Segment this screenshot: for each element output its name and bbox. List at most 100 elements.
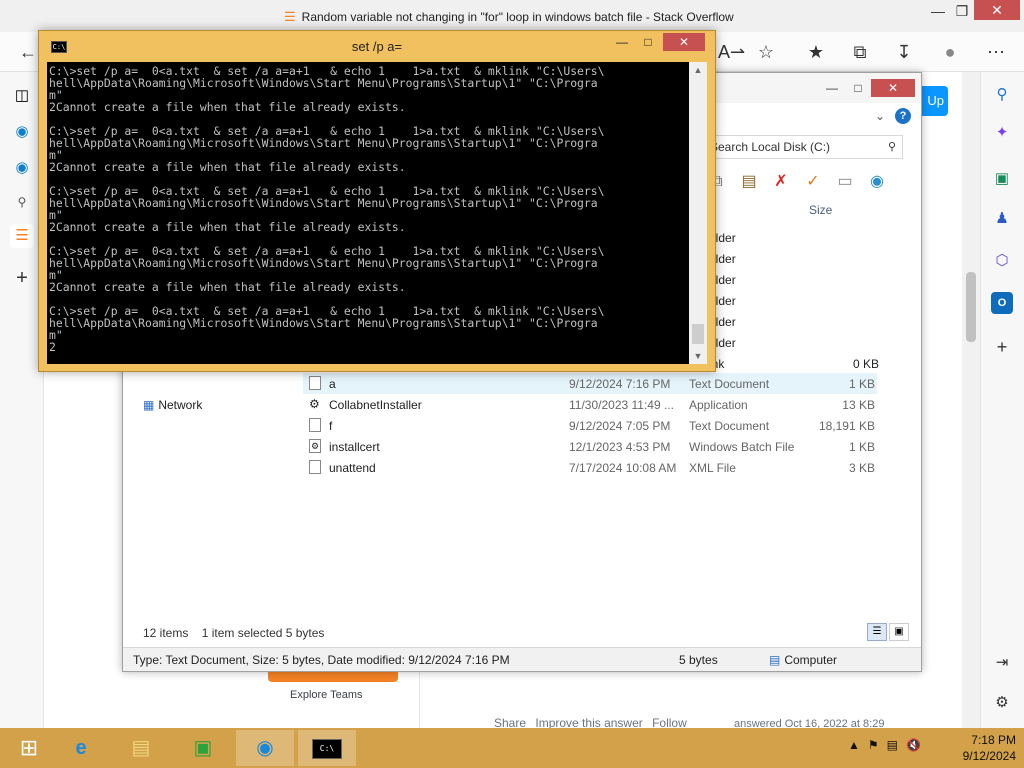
details-bar: Type: Text Document, Size: 5 bytes, Date…	[123, 647, 921, 671]
explorer-minimize-button[interactable]: —	[819, 79, 845, 97]
file-row-collabnetinstaller[interactable]: ⚙ CollabnetInstaller 11/30/2023 11:49 ..…	[303, 394, 877, 415]
outlook-icon[interactable]: O	[991, 292, 1013, 314]
sidebar-search-icon[interactable]: ⚲	[991, 84, 1013, 106]
details-view-icon[interactable]: ☰	[867, 623, 887, 641]
edge-taskbar-icon[interactable]: ◉	[236, 730, 294, 766]
collections-icon[interactable]: ⧉	[848, 40, 872, 64]
file-type: Text Document	[689, 377, 770, 391]
file-date: 9/12/2024 7:16 PM	[569, 377, 671, 391]
file-date: 12/1/2023 4:53 PM	[569, 440, 671, 454]
rename-icon[interactable]: ▭	[831, 169, 859, 195]
internet-explorer-icon[interactable]: e	[52, 730, 110, 766]
favorites-icon[interactable]: ★	[804, 40, 828, 64]
cmd-scrollbar[interactable]: ▲ ▼	[689, 62, 707, 364]
file-type: Windows Batch File	[689, 440, 795, 454]
explore-teams-link[interactable]: Explore Teams	[290, 689, 363, 701]
large-icons-view-icon[interactable]: ▣	[889, 623, 909, 641]
edge-tab-icon[interactable]: ◉	[10, 120, 34, 144]
new-tab-icon[interactable]: +	[10, 266, 34, 290]
network-tray-icon[interactable]: ▤	[887, 738, 898, 752]
application-gear-icon: ⚙	[309, 397, 320, 411]
clock-time: 7:18 PM	[971, 733, 1016, 747]
browser-title-text: Random variable not changing in "for" lo…	[301, 10, 734, 24]
file-type: Application	[689, 398, 748, 412]
network-icon: ▦	[143, 398, 155, 412]
text-file-icon	[309, 418, 321, 432]
help-icon[interactable]: ?	[895, 108, 911, 124]
copilot-icon[interactable]: ✦	[991, 122, 1013, 144]
browser-close-button[interactable]: ✕	[974, 0, 1020, 20]
file-size: 13 KB	[842, 398, 875, 412]
stackoverflow-tab-icon[interactable]: ☰	[10, 224, 34, 248]
selection-info: 1 item selected 5 bytes	[201, 626, 325, 640]
cmd-minimize-button[interactable]: —	[609, 33, 635, 51]
people-icon[interactable]: ♟	[991, 208, 1013, 230]
add-sidebar-app-icon[interactable]: +	[991, 336, 1013, 358]
cmd-titlebar: C:\ set /p a= — □ ✕	[39, 31, 715, 61]
file-type: Text Document	[689, 419, 770, 433]
profile-avatar-icon[interactable]: ●	[938, 40, 962, 64]
file-row-a[interactable]: a 9/12/2024 7:16 PM Text Document 1 KB	[303, 373, 877, 394]
cmd-output: C:\>set /p a= 0<a.txt & set /a a=a+1 & e…	[49, 64, 605, 354]
tab-actions-icon[interactable]: ◫	[10, 84, 34, 108]
file-size: 1 KB	[848, 440, 875, 454]
browser-title: ☰ Random variable not changing in "for" …	[284, 9, 734, 25]
ribbon-expand-chevron-icon[interactable]: ⌄	[875, 109, 885, 123]
explorer-close-button[interactable]: ✕	[871, 79, 915, 97]
back-icon[interactable]: ←	[16, 40, 40, 64]
scroll-down-arrow-icon[interactable]: ▼	[689, 348, 707, 364]
search-tab-icon[interactable]: ⚲	[10, 190, 34, 214]
file-row-unattend[interactable]: unattend 7/17/2024 10:08 AM XML File 3 K…	[303, 457, 877, 478]
file-row-installcert[interactable]: ⚙ installcert 12/1/2023 4:53 PM Windows …	[303, 436, 877, 457]
sidebar-settings-icon[interactable]: ⚙	[991, 692, 1013, 714]
explorer-maximize-button[interactable]: □	[845, 79, 871, 97]
page-scrollbar-thumb[interactable]	[966, 272, 976, 342]
file-row-f[interactable]: f 9/12/2024 7:05 PM Text Document 18,191…	[303, 415, 877, 436]
view-buttons: ☰ ▣	[867, 623, 909, 641]
search-icon: ⚲	[887, 141, 896, 153]
start-windows-icon[interactable]: ⊞	[0, 730, 58, 766]
cmd-maximize-button[interactable]: □	[635, 33, 661, 51]
cmd-taskbar-icon[interactable]: C:\	[298, 730, 356, 766]
clock-date: 9/12/2024	[962, 749, 1016, 763]
nav-network[interactable]: ▦ Network	[143, 398, 202, 412]
computer-icon: ▤	[769, 653, 781, 667]
detail-size-text: 5 bytes	[679, 653, 718, 667]
page-scrollbar[interactable]	[962, 72, 980, 728]
explorer-status-bar: 12 items 1 item selected 5 bytes	[143, 626, 334, 640]
batch-file-gear-icon: ⚙	[309, 439, 321, 453]
text-file-icon	[309, 376, 321, 390]
file-size: 3 KB	[848, 461, 875, 475]
add-favorite-icon[interactable]: ☆	[754, 40, 778, 64]
volume-muted-icon[interactable]: 🔇	[906, 738, 921, 752]
browser-titlebar: ☰ Random variable not changing in "for" …	[0, 0, 1024, 32]
file-size: 18,191 KB	[818, 419, 875, 433]
taskbar: ⊞ e ▤ ▣ ◉ C:\ ▲ ⚑ ▤ 🔇 7:18 PM 9/12/2024	[0, 728, 1024, 768]
cmd-close-button[interactable]: ✕	[663, 33, 705, 51]
paste-icon[interactable]: ▤	[735, 169, 763, 195]
show-hidden-icons-icon[interactable]: ▲	[848, 738, 860, 752]
office-icon[interactable]: ⬡	[991, 250, 1013, 272]
cmd-console[interactable]: C:\>set /p a= 0<a.txt & set /a a=a+1 & e…	[47, 62, 689, 364]
edge-tab-icon-2[interactable]: ◉	[10, 156, 34, 180]
file-date: 7/17/2024 10:08 AM	[569, 461, 677, 475]
file-size: 1 KB	[848, 377, 875, 391]
read-aloud-icon[interactable]: A⇀	[718, 40, 745, 64]
clock[interactable]: 7:18 PM 9/12/2024	[946, 732, 1016, 764]
checkmark-icon[interactable]: ✓	[799, 169, 827, 195]
hide-sidebar-icon[interactable]: ⇥	[991, 652, 1013, 674]
more-menu-icon[interactable]: ⋯	[984, 40, 1008, 64]
column-size-header[interactable]: Size	[809, 203, 832, 217]
downloads-icon[interactable]: ↧	[892, 40, 916, 64]
file-type: XML File	[689, 461, 736, 475]
properties-globe-icon[interactable]: ◉	[863, 169, 891, 195]
scroll-up-arrow-icon[interactable]: ▲	[689, 62, 707, 78]
file-explorer-icon[interactable]: ▤	[112, 730, 170, 766]
tools-icon[interactable]: ▣	[991, 168, 1013, 190]
store-icon[interactable]: ▣	[174, 730, 232, 766]
cmd-scrollbar-thumb[interactable]	[692, 324, 704, 344]
delete-icon[interactable]: ✗	[767, 169, 795, 195]
action-center-flag-icon[interactable]: ⚑	[868, 738, 879, 752]
explorer-search-input[interactable]: Search Local Disk (C:) ⚲	[703, 135, 903, 159]
browser-restore-button[interactable]: ❐	[948, 0, 976, 22]
